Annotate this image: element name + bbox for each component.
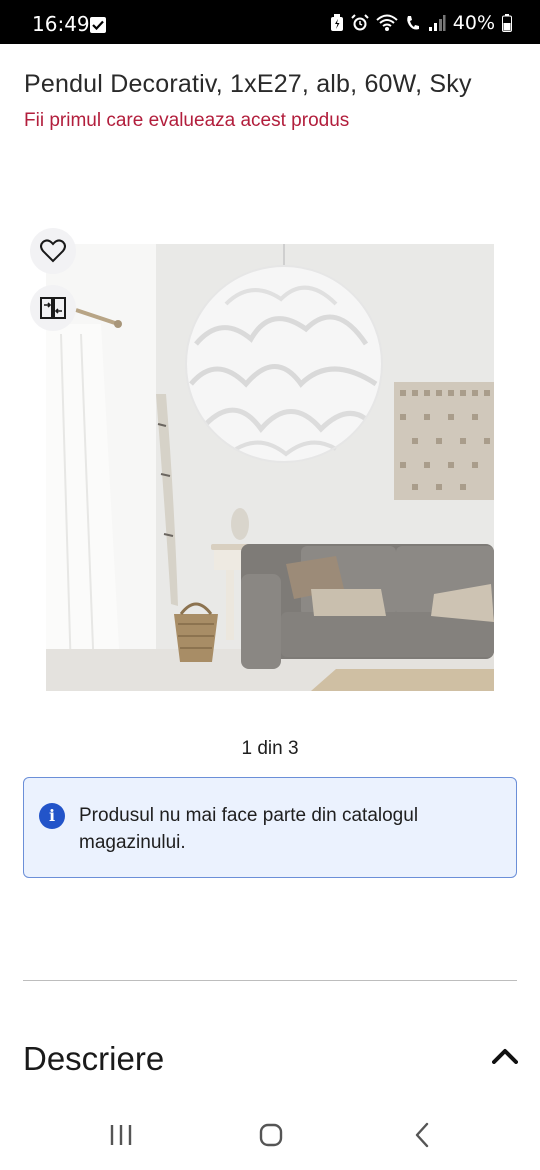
status-icons: 40%: [330, 12, 512, 34]
divider: [23, 980, 517, 981]
status-bar: 16:49 40%: [0, 0, 540, 44]
notice-text: Produsul nu mai face parte din catalogul…: [79, 805, 419, 853]
compare-icon: [40, 297, 66, 319]
signal-icon: [428, 15, 446, 31]
back-icon[interactable]: [414, 1122, 430, 1148]
battery-saver-icon: [330, 14, 343, 31]
alarm-icon: [351, 14, 369, 31]
call-icon: [406, 16, 419, 30]
battery-icon: [502, 14, 512, 32]
status-time: 16:49: [32, 12, 90, 36]
battery-percent: 40%: [452, 12, 495, 34]
favorite-button[interactable]: [30, 228, 76, 274]
navigation-bar: [0, 1100, 540, 1170]
notification-check-icon: [90, 17, 106, 33]
recent-apps-icon[interactable]: [109, 1124, 133, 1146]
compare-button[interactable]: [30, 285, 76, 331]
image-pager: 1 din 3: [241, 738, 299, 759]
rating-link[interactable]: Fii primul care evalueaza acest produs: [24, 110, 349, 132]
heart-icon: [40, 239, 66, 263]
home-icon[interactable]: [259, 1123, 283, 1147]
product-photo: [46, 244, 494, 691]
chevron-up-icon[interactable]: [492, 1048, 518, 1064]
info-icon: i: [39, 803, 65, 829]
product-image[interactable]: [46, 244, 494, 691]
product-title: Pendul Decorativ, 1xE27, alb, 60W, Sky: [24, 70, 472, 98]
description-title[interactable]: Descriere: [23, 1040, 164, 1078]
catalog-notice: i Produsul nu mai face parte din catalog…: [23, 777, 517, 878]
wifi-icon: [376, 14, 398, 31]
